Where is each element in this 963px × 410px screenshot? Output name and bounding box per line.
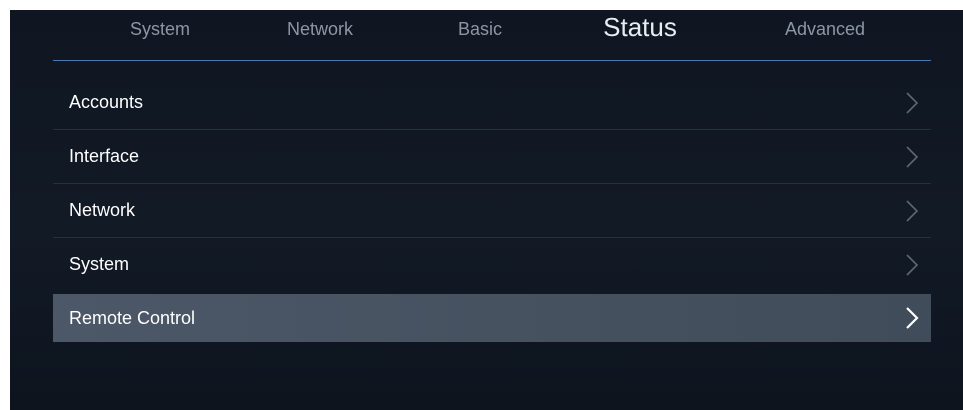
menu-item-remote-control[interactable]: Remote Control	[53, 294, 931, 342]
chevron-right-icon	[906, 146, 919, 168]
chevron-right-icon	[906, 307, 919, 329]
menu-item-network[interactable]: Network	[53, 184, 931, 238]
tab-network[interactable]: Network	[265, 14, 375, 44]
menu-item-label: System	[69, 254, 130, 274]
menu-item-label: Interface	[69, 146, 140, 166]
menu-item-system[interactable]: System	[53, 238, 931, 291]
menu-item-label: Remote Control	[69, 308, 196, 328]
menu-item-label: Accounts	[69, 92, 144, 112]
tab-status[interactable]: Status	[585, 10, 695, 44]
tab-bar: System Network Basic Status Advanced	[10, 10, 963, 60]
chevron-right-icon	[906, 92, 919, 114]
tab-advanced[interactable]: Advanced	[765, 14, 885, 44]
tab-divider	[53, 60, 931, 61]
chevron-right-icon	[906, 200, 919, 222]
menu-item-interface[interactable]: Interface	[53, 130, 931, 184]
menu-item-label: Network	[69, 200, 136, 220]
menu-item-accounts[interactable]: Accounts	[53, 76, 931, 130]
tab-system[interactable]: System	[105, 14, 215, 44]
status-menu: Accounts Interface Network System Remote	[53, 76, 931, 342]
settings-screen: System Network Basic Status Advanced Acc…	[10, 10, 963, 410]
chevron-right-icon	[906, 254, 919, 276]
tab-basic[interactable]: Basic	[435, 14, 525, 44]
